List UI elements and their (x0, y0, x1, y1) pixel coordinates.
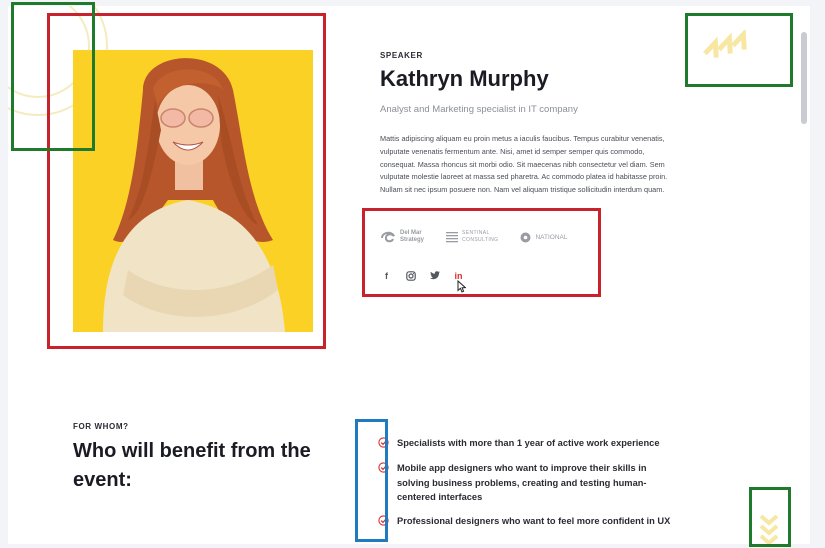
logo-del-mar-strategy: Del Mar Strategy (380, 230, 424, 244)
check-circle-icon (378, 462, 389, 473)
speaker-label: SPEAKER (380, 51, 423, 60)
partner-logos: Del Mar Strategy SENTINAL CONSULTING NAT… (380, 230, 567, 244)
benefit-text: Mobile app designers who want to improve… (397, 463, 647, 502)
swirl-logo-icon (381, 231, 395, 243)
for-whom-heading: Who will benefit from the event: (73, 440, 311, 491)
instagram-icon[interactable] (405, 270, 416, 281)
benefit-text: Specialists with more than 1 year of act… (397, 438, 660, 448)
twitter-icon[interactable] (429, 270, 440, 281)
circle-logo-icon (520, 232, 531, 242)
twitter-glyph (429, 271, 440, 280)
speaker-portrait-image (73, 50, 313, 332)
logo-national: NATIONAL (520, 232, 567, 243)
speaker-title: Analyst and Marketing specialist in IT c… (380, 104, 578, 115)
benefit-text: Professional designers who want to feel … (397, 516, 671, 526)
benefit-item: Professional designers who want to feel … (378, 514, 670, 529)
check-circle-icon (378, 437, 389, 448)
speaker-name: Kathryn Murphy (380, 66, 549, 91)
benefit-item: Mobile app designers who want to improve… (378, 461, 658, 505)
speaker-photo (73, 50, 313, 332)
facebook-glyph: f (385, 270, 388, 281)
linkedin-glyph: in (454, 270, 463, 281)
logo-text: NATIONAL (535, 233, 568, 241)
vertical-scrollbar[interactable] (801, 32, 807, 124)
for-whom-label: FOR WHOM? (73, 422, 129, 431)
facebook-icon[interactable]: f (381, 270, 392, 281)
logo-text-line1: SENTINAL (462, 230, 490, 236)
logo-sentinal-consulting: SENTINAL CONSULTING (446, 230, 498, 244)
page: SPEAKER Kathryn Murphy Analyst and Marke… (8, 6, 810, 544)
decorative-chevrons-down-icon (759, 514, 779, 544)
social-links: f in (381, 270, 464, 281)
instagram-glyph (405, 270, 416, 281)
decorative-chevrons-icon (703, 30, 747, 58)
speaker-bio: Mattis adipiscing aliquam eu proin metus… (380, 134, 668, 195)
benefit-item: Specialists with more than 1 year of act… (378, 436, 660, 451)
logo-text-line1: Del Mar (400, 230, 422, 236)
mouse-cursor-icon (457, 280, 466, 293)
logo-text-line2: CONSULTING (462, 237, 499, 243)
logo-text-line2: Strategy (400, 237, 425, 243)
lines-logo-icon (446, 232, 459, 243)
check-circle-icon (378, 515, 389, 526)
